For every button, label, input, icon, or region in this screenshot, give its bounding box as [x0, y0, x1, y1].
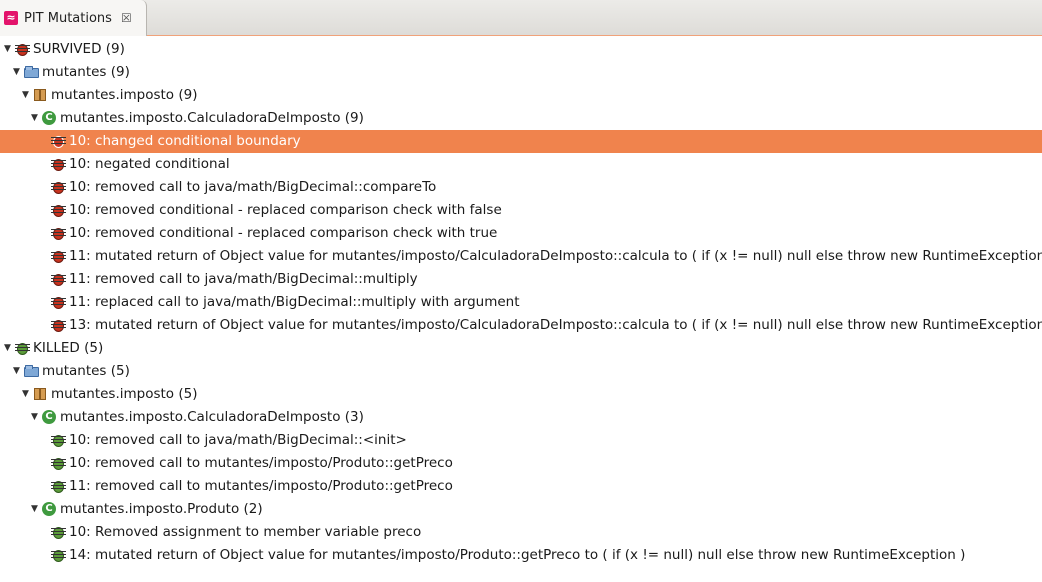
bug-icon — [51, 479, 66, 494]
tree-node-label: mutantes.imposto (9) — [51, 87, 198, 103]
bug-icon — [51, 456, 66, 471]
tree-leaf-mutation[interactable]: 10: removed call to java/math/BigDecimal… — [0, 429, 1042, 452]
tree-node-label: SURVIVED (9) — [33, 41, 125, 57]
mutation-label: 10: removed call to mutantes/imposto/Pro… — [69, 455, 453, 471]
bug-icon — [51, 180, 66, 195]
close-icon[interactable]: ☒ — [121, 11, 132, 25]
tree-leaf-mutation[interactable]: 11: removed call to java/math/BigDecimal… — [0, 268, 1042, 291]
bug-icon — [15, 42, 30, 57]
mutation-label: 11: mutated return of Object value for m… — [69, 248, 1042, 264]
bug-icon — [51, 203, 66, 218]
mutation-label: 10: removed call to java/math/BigDecimal… — [69, 432, 407, 448]
folder-icon — [24, 364, 39, 379]
tree-node-label: mutantes.imposto (5) — [51, 386, 198, 402]
tree-node-killed[interactable]: ▼ KILLED (5) — [0, 337, 1042, 360]
bug-icon — [51, 295, 66, 310]
mutation-label: 13: mutated return of Object value for m… — [69, 317, 1042, 333]
bug-icon — [51, 433, 66, 448]
tree-leaf-mutation[interactable]: 14: mutated return of Object value for m… — [0, 544, 1042, 567]
mutation-label: 10: removed conditional - replaced compa… — [69, 225, 498, 241]
tree-node-label: mutantes.imposto.CalculadoraDeImposto (9… — [60, 110, 364, 126]
tree-node-project[interactable]: ▼ mutantes (5) — [0, 360, 1042, 383]
bug-icon — [51, 318, 66, 333]
tree-leaf-mutation[interactable]: 10: negated conditional — [0, 153, 1042, 176]
expand-arrow-icon[interactable]: ▼ — [31, 406, 40, 429]
tree-leaf-mutation[interactable]: 11: replaced call to java/math/BigDecima… — [0, 291, 1042, 314]
class-icon — [42, 410, 57, 425]
tree-node-class[interactable]: ▼ mutantes.imposto.Produto (2) — [0, 498, 1042, 521]
expand-arrow-icon[interactable]: ▼ — [13, 360, 22, 383]
bug-icon — [51, 134, 66, 149]
tree-node-package[interactable]: ▼ mutantes.imposto (5) — [0, 383, 1042, 406]
mutation-label: 10: removed conditional - replaced compa… — [69, 202, 502, 218]
tree-leaf-mutation[interactable]: 10: removed conditional - replaced compa… — [0, 222, 1042, 245]
expand-arrow-icon[interactable]: ▼ — [22, 383, 31, 406]
mutations-tree: ▼ SURVIVED (9) ▼ mutantes (9) ▼ mutantes… — [0, 38, 1042, 567]
tree-leaf-mutation[interactable]: 10: removed conditional - replaced compa… — [0, 199, 1042, 222]
bug-icon — [15, 341, 30, 356]
tree-node-label: mutantes.imposto.Produto (2) — [60, 501, 263, 517]
tree-node-label: KILLED (5) — [33, 340, 104, 356]
expand-arrow-icon[interactable]: ▼ — [31, 498, 40, 521]
package-icon — [33, 387, 48, 402]
mutation-label: 10: Removed assignment to member variabl… — [69, 524, 422, 540]
expand-arrow-icon[interactable]: ▼ — [13, 61, 22, 84]
mutation-label: 14: mutated return of Object value for m… — [69, 547, 966, 563]
mutation-label: 11: removed call to mutantes/imposto/Pro… — [69, 478, 453, 494]
bug-icon — [51, 157, 66, 172]
tree-node-class[interactable]: ▼ mutantes.imposto.CalculadoraDeImposto … — [0, 406, 1042, 429]
class-icon — [42, 111, 57, 126]
tree-node-label: mutantes (9) — [42, 64, 130, 80]
tree-leaf-mutation[interactable]: 10: removed call to mutantes/imposto/Pro… — [0, 452, 1042, 475]
tab-pit-mutations[interactable]: ≈ PIT Mutations ☒ — [0, 0, 147, 36]
tree-node-label: mutantes (5) — [42, 363, 130, 379]
mutation-label: 10: negated conditional — [69, 156, 230, 172]
expand-arrow-icon[interactable]: ▼ — [4, 38, 13, 61]
pit-logo-icon: ≈ — [4, 11, 18, 25]
tree-leaf-mutation[interactable]: 11: removed call to mutantes/imposto/Pro… — [0, 475, 1042, 498]
package-icon — [33, 88, 48, 103]
tree-node-project[interactable]: ▼ mutantes (9) — [0, 61, 1042, 84]
tree-node-label: mutantes.imposto.CalculadoraDeImposto (3… — [60, 409, 364, 425]
mutation-label: 10: changed conditional boundary — [69, 133, 301, 149]
mutation-label: 10: removed call to java/math/BigDecimal… — [69, 179, 437, 195]
tree-leaf-mutation[interactable]: 13: mutated return of Object value for m… — [0, 314, 1042, 337]
tree-node-class[interactable]: ▼ mutantes.imposto.CalculadoraDeImposto … — [0, 107, 1042, 130]
tree-node-survived[interactable]: ▼ SURVIVED (9) — [0, 38, 1042, 61]
tree-leaf-mutation[interactable]: 10: Removed assignment to member variabl… — [0, 521, 1042, 544]
tree-leaf-mutation[interactable]: 10: changed conditional boundary — [0, 130, 1042, 153]
mutation-label: 11: removed call to java/math/BigDecimal… — [69, 271, 418, 287]
bug-icon — [51, 548, 66, 563]
tree-node-package[interactable]: ▼ mutantes.imposto (9) — [0, 84, 1042, 107]
bug-icon — [51, 226, 66, 241]
view-tab-bar: ≈ PIT Mutations ☒ — [0, 0, 1042, 36]
tab-title: PIT Mutations — [24, 10, 112, 26]
bug-icon — [51, 272, 66, 287]
tree-leaf-mutation[interactable]: 10: removed call to java/math/BigDecimal… — [0, 176, 1042, 199]
mutation-label: 11: replaced call to java/math/BigDecima… — [69, 294, 520, 310]
expand-arrow-icon[interactable]: ▼ — [4, 337, 13, 360]
folder-icon — [24, 65, 39, 80]
bug-icon — [51, 525, 66, 540]
bug-icon — [51, 249, 66, 264]
tree-leaf-mutation[interactable]: 11: mutated return of Object value for m… — [0, 245, 1042, 268]
class-icon — [42, 502, 57, 517]
expand-arrow-icon[interactable]: ▼ — [31, 107, 40, 130]
expand-arrow-icon[interactable]: ▼ — [22, 84, 31, 107]
